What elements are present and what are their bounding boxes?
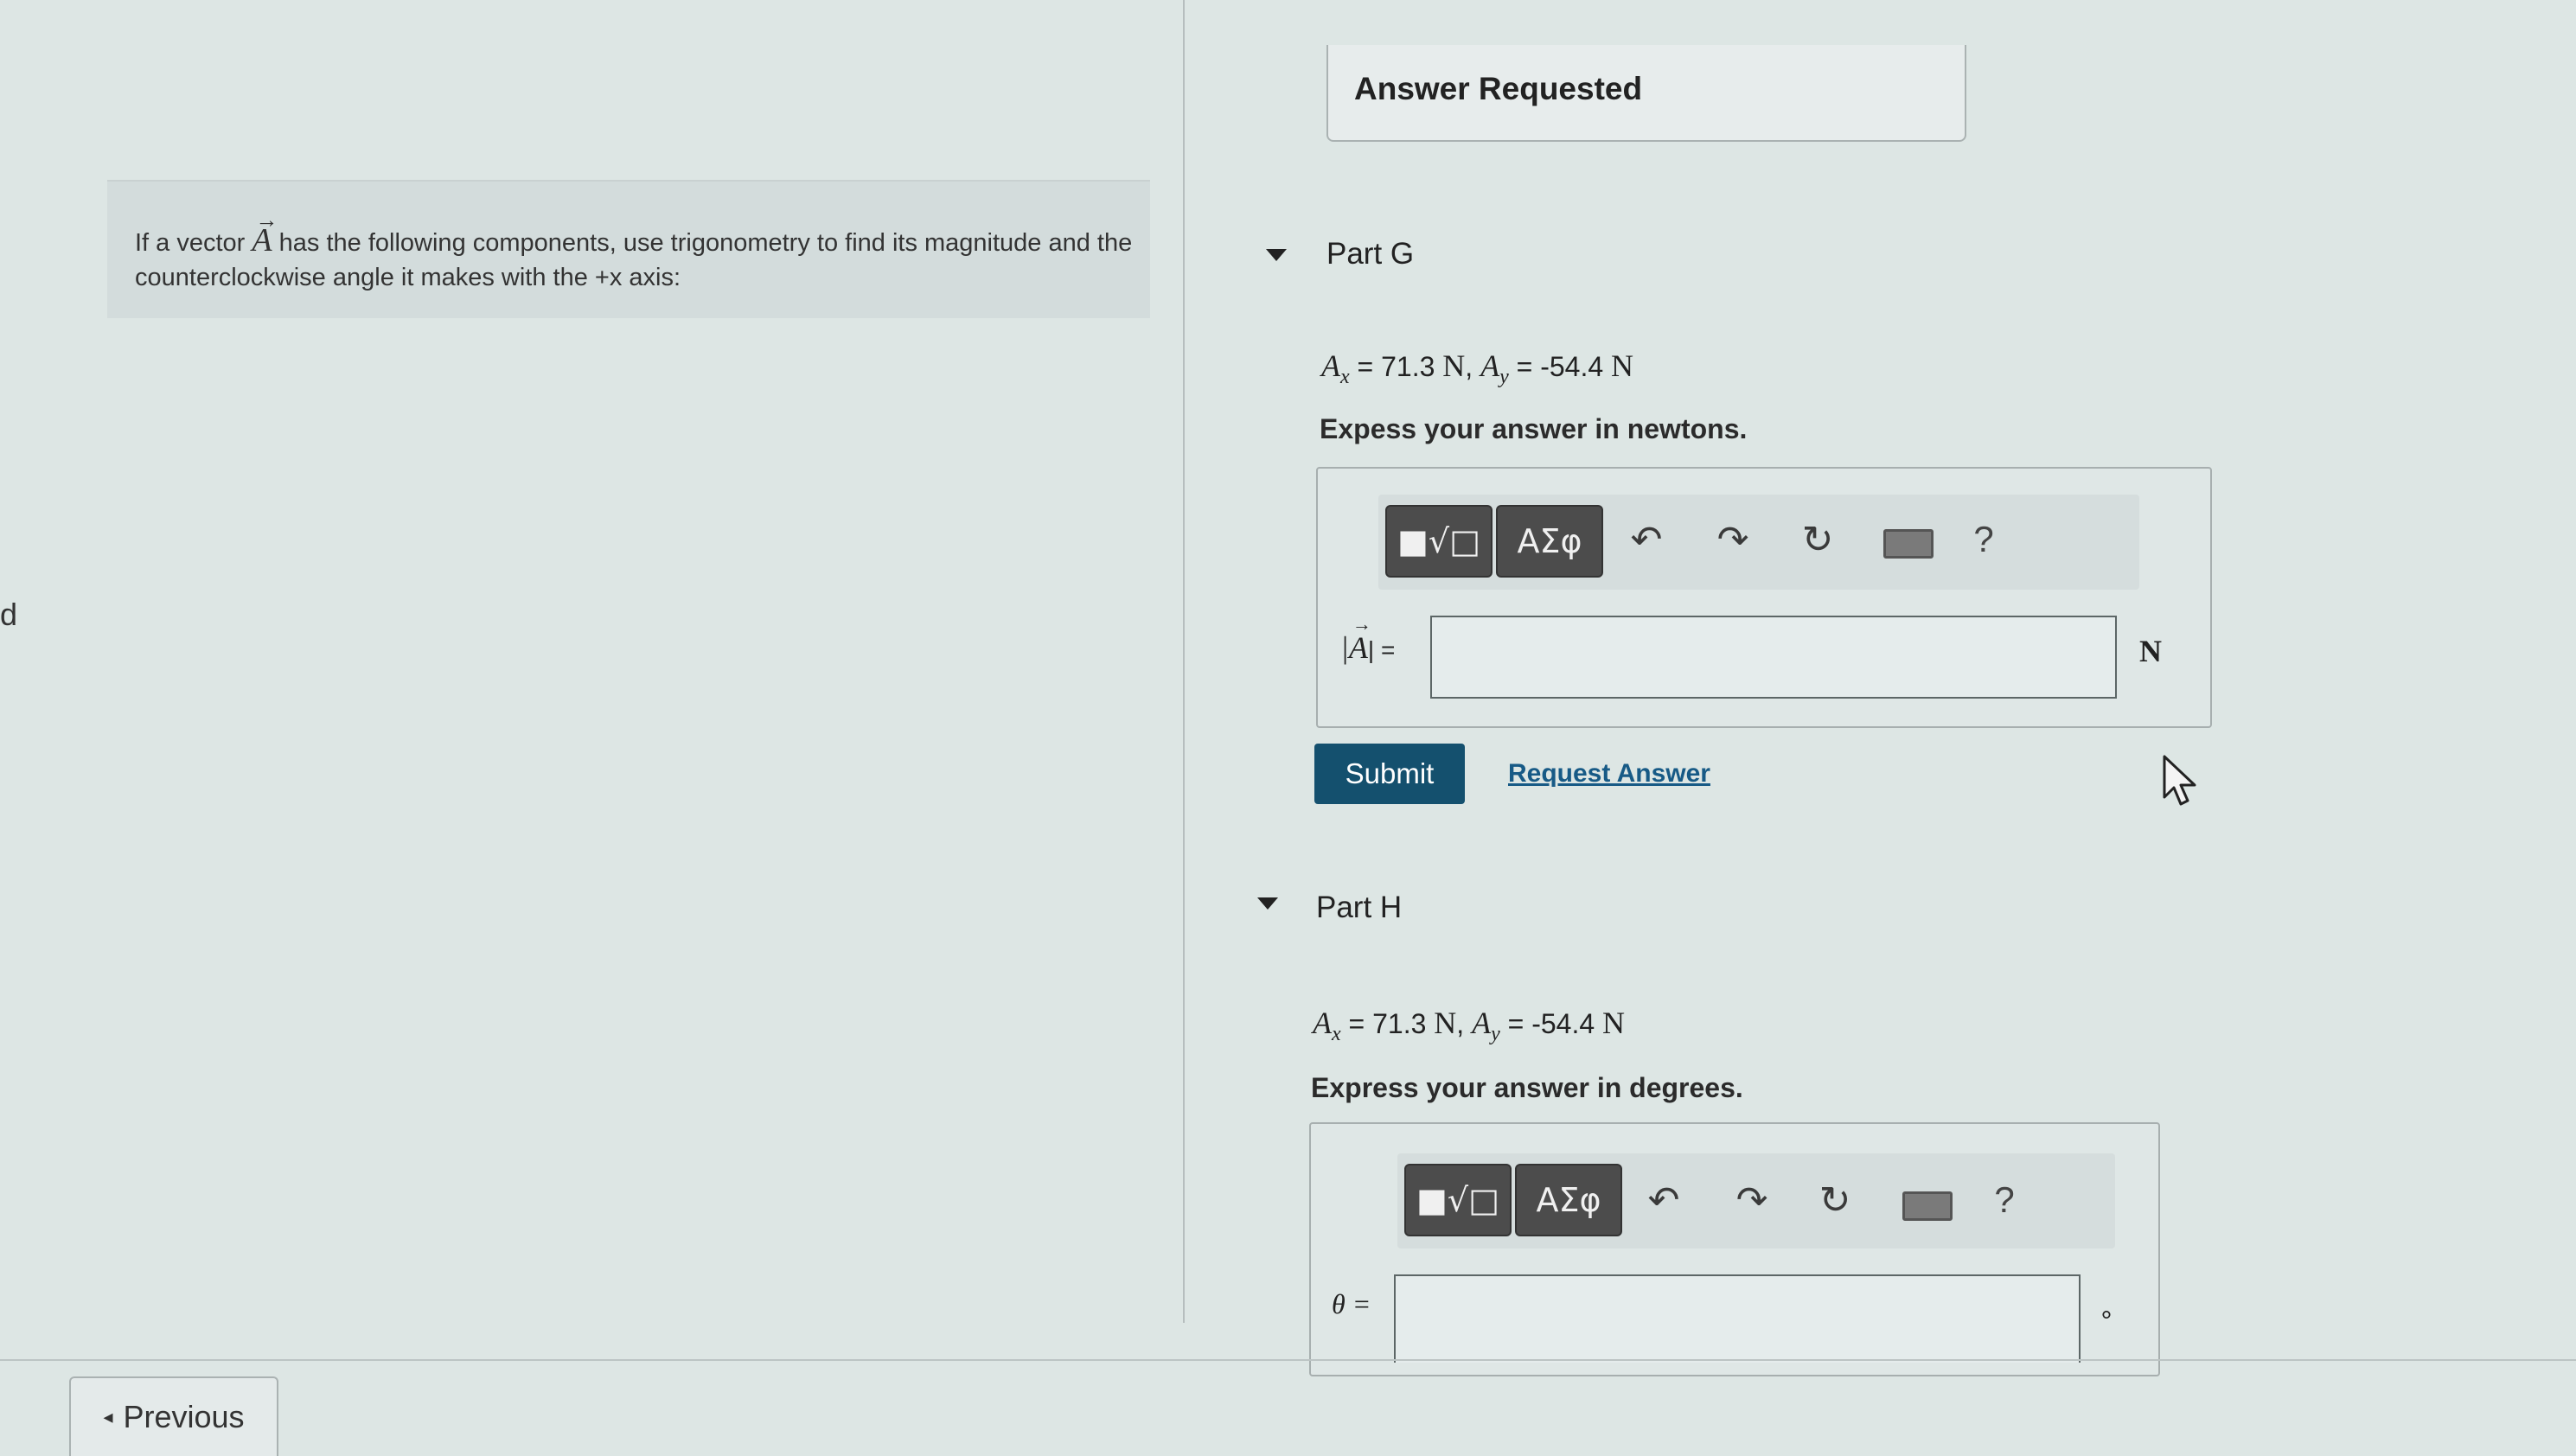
reset-icon[interactable]: ↻ [1809, 1174, 1861, 1226]
previous-label: Previous [123, 1399, 245, 1434]
ay-symbol: A [1480, 348, 1500, 383]
part-g-instruction: Expess your answer in newtons. [1320, 413, 1748, 444]
templates-button[interactable]: ■√□ [1385, 505, 1493, 578]
abs-bar-right: | = [1367, 636, 1396, 663]
part-g-title[interactable]: Part G [1326, 237, 1414, 271]
part-h-toolbar: ■√□ ΑΣφ ↶ ↷ ↻ ? [1397, 1153, 2115, 1248]
ay-subscript: y [1491, 1023, 1500, 1046]
request-answer-link[interactable]: Request Answer [1508, 759, 1710, 789]
part-g-collapse-icon[interactable] [1266, 249, 1287, 261]
chevron-left-icon: ◂ [103, 1406, 113, 1427]
mouse-cursor-icon [2162, 754, 2200, 812]
undo-icon[interactable]: ↶ [1620, 514, 1672, 565]
angle-unit: ° [2101, 1306, 2112, 1334]
answer-requested-banner: Answer Requested [1326, 45, 1966, 142]
reset-icon[interactable]: ↻ [1792, 514, 1844, 565]
help-icon[interactable]: ? [1978, 1174, 2030, 1226]
greek-symbols-button[interactable]: ΑΣφ [1496, 505, 1603, 578]
ax-value: = 71.3 [1349, 351, 1443, 382]
keyboard-icon[interactable] [1902, 1191, 1953, 1221]
field-vector-symbol: → A [1348, 613, 1371, 665]
angle-label: θ = [1332, 1288, 1371, 1319]
keyboard-icon[interactable] [1883, 529, 1934, 559]
ax-unit: N [1442, 348, 1466, 383]
part-h-collapse-icon[interactable] [1257, 897, 1278, 910]
ay-value: = -54.4 [1499, 1008, 1603, 1039]
redo-icon[interactable]: ↷ [1707, 514, 1759, 565]
column-divider [1183, 0, 1185, 1323]
magnitude-label: | → A| = [1340, 613, 1396, 666]
templates-button[interactable]: ■√□ [1404, 1164, 1512, 1236]
ax-subscript: x [1332, 1023, 1341, 1046]
part-h-instruction: Express your answer in degrees. [1311, 1072, 1743, 1103]
edge-letter: d [0, 597, 18, 632]
part-h-components: Ax = 71.3 N, Ay = -54.4 N [1313, 1006, 1626, 1046]
ay-unit: N [1602, 1006, 1626, 1040]
ay-unit: N [1611, 348, 1634, 383]
redo-icon[interactable]: ↷ [1726, 1174, 1778, 1226]
ay-subscript: y [1499, 366, 1509, 389]
problem-text-after: has the following components, use trigon… [135, 229, 1133, 291]
answer-requested-label: Answer Requested [1354, 71, 1643, 106]
problem-text-before: If a vector [135, 229, 252, 257]
ax-unit: N [1434, 1006, 1457, 1040]
ax-value: = 71.3 [1340, 1008, 1435, 1039]
ax-symbol: A [1321, 348, 1340, 383]
angle-input[interactable] [1394, 1274, 2081, 1363]
magnitude-input[interactable] [1430, 616, 2117, 699]
problem-statement: If a vector → A has the following compone… [135, 208, 1138, 295]
undo-icon[interactable]: ↶ [1638, 1174, 1690, 1226]
help-icon[interactable]: ? [1958, 514, 2010, 565]
field-vector-letter: A [1348, 630, 1368, 665]
magnitude-unit: N [2139, 634, 2162, 668]
part-g-answer-box: ■√□ ΑΣφ ↶ ↷ ↻ ? | → A| = N [1316, 467, 2212, 728]
previous-button[interactable]: ◂ Previous [69, 1376, 278, 1456]
vector-symbol: → A [252, 208, 278, 259]
abs-bar-left: | [1340, 630, 1349, 665]
ay-symbol: A [1472, 1006, 1492, 1040]
part-h-answer-box: ■√□ ΑΣφ ↶ ↷ ↻ ? θ = ° [1309, 1122, 2160, 1376]
ax-symbol: A [1313, 1006, 1332, 1040]
part-g-components: Ax = 71.3 N, Ay = -54.4 N [1321, 348, 1634, 389]
part-g-toolbar: ■√□ ΑΣφ ↶ ↷ ↻ ? [1378, 495, 2139, 590]
part-h-title[interactable]: Part H [1316, 891, 1402, 925]
footer-divider [0, 1359, 2576, 1361]
ax-subscript: x [1340, 366, 1350, 389]
greek-symbols-button[interactable]: ΑΣφ [1515, 1164, 1622, 1236]
problem-panel: If a vector → A has the following compone… [107, 180, 1150, 318]
submit-button[interactable]: Submit [1314, 744, 1465, 804]
ay-value: = -54.4 [1508, 351, 1612, 382]
